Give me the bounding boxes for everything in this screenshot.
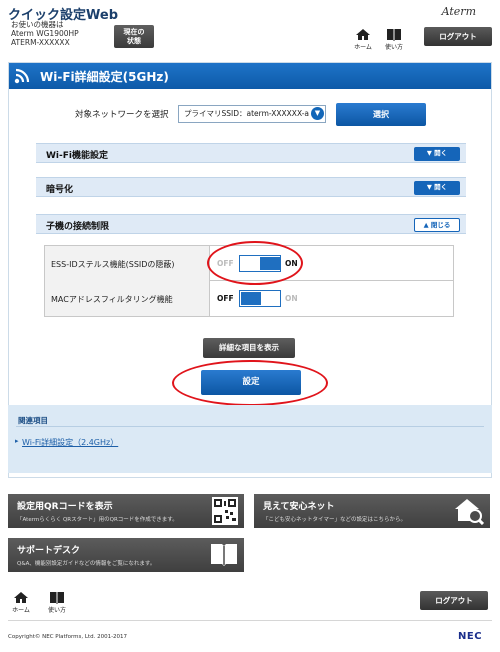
open-button-label: 開く — [434, 148, 448, 157]
section-close-button[interactable]: ▲ 閉じる — [414, 217, 460, 232]
nav-help-label: 使い方 — [47, 607, 66, 614]
toggle-on-label: ON — [285, 294, 298, 303]
nav-help-label: 使い方 — [384, 44, 403, 51]
target-network-label: 対象ネットワークを選択 — [75, 110, 169, 120]
tile-title: 見えて安心ネット — [263, 502, 335, 512]
divider — [16, 426, 484, 427]
tile-title: 設定用QRコードを表示 — [17, 502, 113, 512]
related-link-wifi-24ghz[interactable]: Wi-Fi詳細設定（2.4GHz） — [22, 437, 118, 448]
toggle-track — [239, 290, 281, 307]
footer-nav-help[interactable]: 使い方 — [44, 591, 70, 614]
nec-logo: NEC — [458, 631, 483, 642]
setting-label: MACアドレスフィルタリング機能 — [45, 281, 210, 316]
select-network-button[interactable]: 選択 — [336, 103, 426, 126]
book-icon — [50, 592, 64, 604]
section-encryption: 暗号化 ▼ 開く — [36, 177, 466, 197]
current-status-button[interactable]: 現在の 状態 — [114, 25, 154, 48]
network-select[interactable]: プライマリSSID：aterm-XXXXXX-a — [178, 105, 326, 123]
tile-title: サポートデスク — [17, 546, 81, 556]
divider — [8, 620, 492, 621]
nav-home-label: ホーム — [354, 44, 372, 51]
aterm-logo: Aterm — [441, 5, 476, 18]
status-button-line2: 状態 — [127, 36, 141, 45]
section-open-button[interactable]: ▼ 開く — [414, 180, 460, 195]
section-label: 子機の接続制限 — [46, 222, 110, 232]
copyright: Copyright© NEC Platforms, Ltd. 2001-2017 — [8, 634, 128, 640]
nav-home[interactable]: ホーム — [350, 28, 376, 51]
logout-button-footer[interactable]: ログアウト — [420, 591, 488, 610]
model-name: Aterm WG1900HP — [11, 29, 79, 38]
home-icon — [14, 592, 28, 603]
close-button-label: 閉じる — [430, 220, 451, 229]
setting-row-mac-filter: MACアドレスフィルタリング機能 OFF ON — [45, 281, 453, 316]
page-title: Wi-Fi詳細設定(5GHz) — [40, 70, 169, 84]
highlight-ellipse-apply — [172, 360, 328, 406]
book-icon — [387, 29, 401, 41]
setting-label: ESS-IDステルス機能(SSIDの隠蔽) — [45, 246, 210, 281]
book-icon — [211, 544, 237, 566]
section-connection-limit: 子機の接続制限 ▲ 閉じる — [36, 214, 466, 234]
home-icon — [356, 29, 370, 40]
section-open-button[interactable]: ▼ 開く — [414, 146, 460, 161]
tile-desc: 「Atermらくらく QRスタート」用のQRコードを作成できます。 — [17, 517, 178, 523]
nav-home-label: ホーム — [12, 607, 30, 614]
section-label: Wi-Fi機能設定 — [46, 151, 108, 161]
status-button-line1: 現在の — [123, 28, 145, 36]
nav-help[interactable]: 使い方 — [381, 28, 407, 51]
wifi-icon — [14, 68, 30, 84]
bullet-icon: ▸ — [15, 437, 19, 445]
qr-code-icon — [212, 497, 238, 525]
model-label: お使いの機器は — [11, 20, 64, 29]
tile-qr-code[interactable]: 設定用QRコードを表示 「Atermらくらく QRスタート」用のQRコードを作成… — [8, 494, 244, 528]
footer-nav-home[interactable]: ホーム — [8, 591, 34, 614]
toggle-off-label: OFF — [217, 294, 234, 303]
related-title: 関連項目 — [18, 416, 48, 425]
home-search-icon — [455, 499, 484, 525]
logout-button[interactable]: ログアウト — [424, 27, 492, 46]
tile-desc: Q&A、機能別設定ガイドなどの情報をご覧になれます。 — [17, 561, 156, 567]
tile-mieru-anshin-net[interactable]: 見えて安心ネット 「こども安心ネットタイマー」などの設定はこちらから。 — [254, 494, 490, 528]
highlight-ellipse-toggle — [207, 241, 303, 285]
tile-support-desk[interactable]: サポートデスク Q&A、機能別設定ガイドなどの情報をご覧になれます。 — [8, 538, 244, 572]
toggle-knob — [241, 292, 261, 305]
show-details-button[interactable]: 詳細な項目を表示 — [203, 338, 295, 358]
tile-desc: 「こども安心ネットタイマー」などの設定はこちらから。 — [263, 517, 407, 523]
chevron-down-icon[interactable]: ▼ — [311, 107, 324, 120]
section-wifi-function: Wi-Fi機能設定 ▼ 開く — [36, 143, 466, 163]
section-label: 暗号化 — [46, 185, 74, 195]
model-ssid: ATERM-XXXXXX — [11, 38, 70, 47]
open-button-label: 開く — [434, 182, 448, 191]
